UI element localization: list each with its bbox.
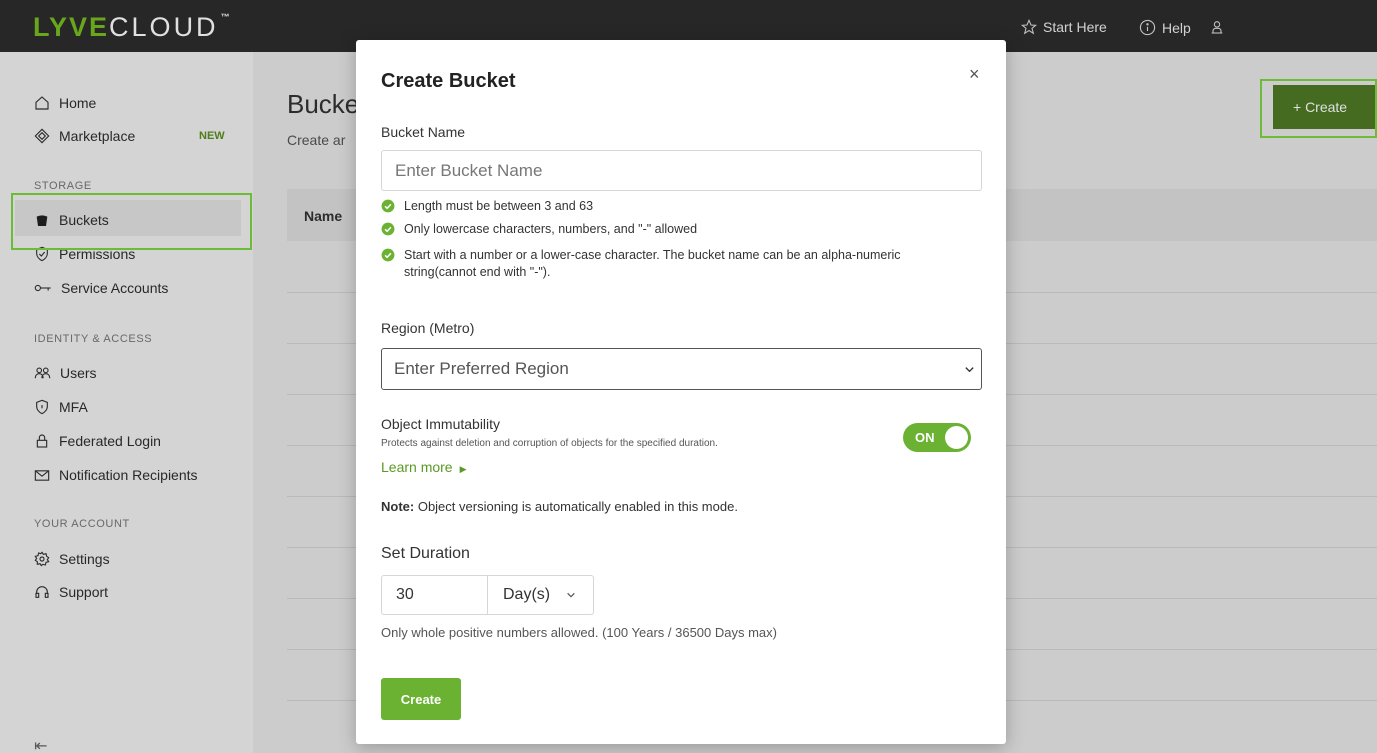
immutability-toggle[interactable]: ON xyxy=(903,423,971,452)
check-circle-icon xyxy=(381,199,395,213)
create-button[interactable]: Create xyxy=(381,678,461,720)
check-circle-icon xyxy=(381,222,395,236)
close-icon[interactable]: × xyxy=(969,64,980,85)
chevron-down-icon xyxy=(567,592,575,598)
toggle-knob xyxy=(945,426,968,449)
create-bucket-modal: Create Bucket × Bucket Name Length must … xyxy=(356,40,1006,744)
bucket-name-label: Bucket Name xyxy=(381,124,466,140)
region-label: Region (Metro) xyxy=(381,320,475,336)
duration-input[interactable] xyxy=(381,575,488,615)
duration-hint: Only whole positive numbers allowed. (10… xyxy=(381,625,777,640)
validation-rule: Only lowercase characters, numbers, and … xyxy=(381,221,981,238)
versioning-note: Note: Object versioning is automatically… xyxy=(381,499,738,514)
caret-right-icon: ▶ xyxy=(459,464,467,474)
immutability-description: Protects against deletion and corruption… xyxy=(381,438,718,449)
toggle-label: ON xyxy=(915,430,935,445)
region-select[interactable]: Enter Preferred Region xyxy=(381,348,982,390)
check-circle-icon xyxy=(381,248,395,262)
bucket-name-input[interactable] xyxy=(381,150,982,191)
duration-unit-select[interactable]: Day(s) xyxy=(487,575,594,615)
chevron-down-icon xyxy=(965,367,974,373)
validation-rule: Length must be between 3 and 63 xyxy=(381,198,981,215)
learn-more-link[interactable]: Learn more ▶ xyxy=(381,459,467,475)
duration-title: Set Duration xyxy=(381,545,470,562)
immutability-title: Object Immutability xyxy=(381,416,501,432)
modal-title: Create Bucket xyxy=(381,70,516,92)
validation-rule: Start with a number or a lower-case char… xyxy=(381,247,971,281)
